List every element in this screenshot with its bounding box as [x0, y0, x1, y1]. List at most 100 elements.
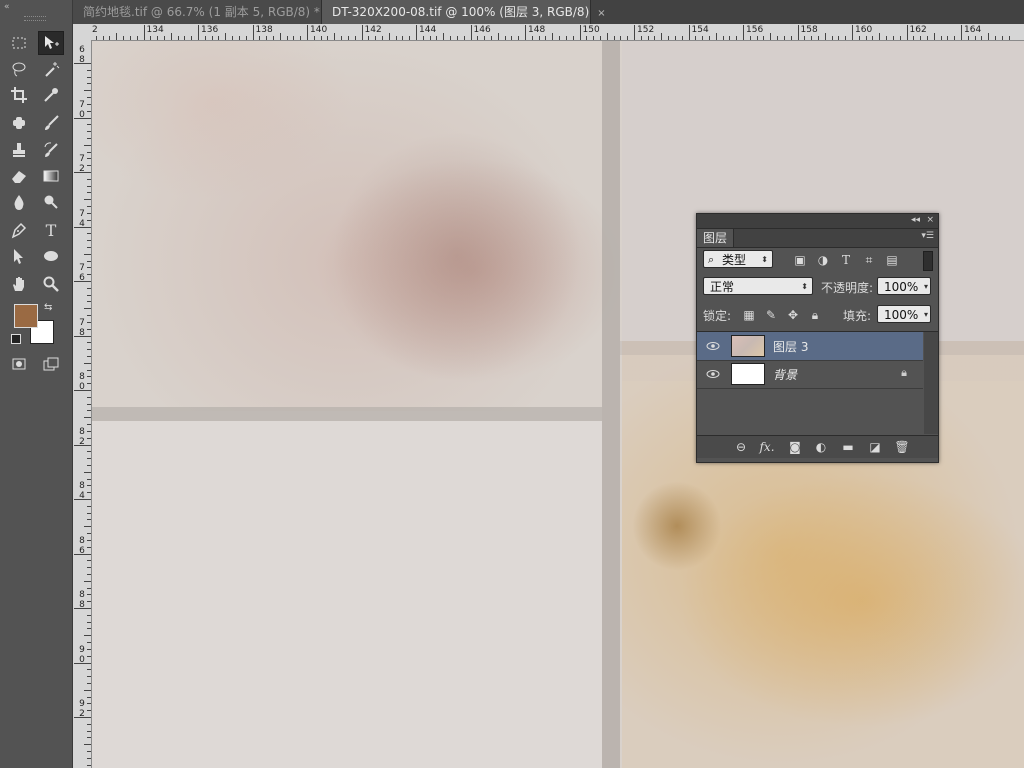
panel-menu-icon[interactable]: ▾☰: [921, 231, 934, 241]
ruler-minor-tick: [443, 33, 445, 40]
ruler-minor-tick: [87, 533, 91, 535]
tab-document-1[interactable]: 简约地毯.tif @ 66.7% (1 副本 5, RGB/8) *×: [73, 0, 336, 24]
blur-icon[interactable]: [6, 190, 32, 214]
toolbar-grip[interactable]: [24, 16, 46, 21]
visibility-eye-icon[interactable]: [705, 338, 721, 354]
lock-transparent-pixels-icon[interactable]: ▦: [741, 307, 757, 323]
screen-mode-icon[interactable]: [38, 352, 64, 376]
group-folder-icon[interactable]: ▬: [840, 439, 856, 455]
fill-field[interactable]: 100% ▾: [877, 305, 931, 323]
gradient-icon[interactable]: [38, 164, 64, 188]
ruler-minor-tick: [565, 36, 567, 40]
path-selection-icon[interactable]: [6, 244, 32, 268]
quick-mask-icon[interactable]: [6, 352, 32, 376]
swap-colors-icon[interactable]: ⇆: [44, 302, 52, 313]
new-layer-icon[interactable]: ◪: [867, 439, 883, 455]
blend-mode-dropdown[interactable]: 正常 ⬍: [703, 277, 813, 295]
ruler-label: 144: [419, 25, 437, 35]
tab-layers[interactable]: 图层: [697, 229, 734, 247]
add-mask-icon[interactable]: ◙: [787, 439, 803, 455]
smart-object-filter-icon[interactable]: ▤: [884, 252, 900, 268]
eraser-icon[interactable]: [6, 164, 32, 188]
chevron-down-icon[interactable]: ▾: [924, 278, 928, 296]
opacity-field[interactable]: 100% ▾: [877, 277, 931, 295]
filter-toggle[interactable]: [923, 251, 933, 271]
ruler-label: 7: [79, 263, 85, 273]
ruler-minor-tick: [995, 36, 997, 40]
layer-list-scrollbar[interactable]: [924, 332, 938, 434]
ruler-minor-tick: [87, 614, 91, 616]
dodge-icon[interactable]: [38, 190, 64, 214]
move-icon[interactable]: [38, 31, 64, 55]
tab-document-2[interactable]: DT-320X200-08.tif @ 100% (图层 3, RGB/8) ×: [321, 0, 606, 24]
history-brush-icon[interactable]: [38, 138, 64, 162]
blend-row: 正常 ⬍ 不透明度: 100% ▾: [697, 277, 938, 299]
type-icon[interactable]: T: [38, 218, 64, 242]
ruler-minor-tick: [572, 36, 574, 40]
ruler-minor-tick: [87, 233, 91, 235]
horizontal-ruler[interactable]: 2 134 136 138 140 142 144 146 148 150 152 154 156 158…: [91, 24, 1024, 41]
default-colors-icon[interactable]: [11, 334, 21, 344]
lock-all-icon[interactable]: 🔒︎: [807, 307, 823, 323]
magic-wand-icon[interactable]: [38, 57, 64, 81]
type-layer-filter-icon[interactable]: T: [838, 252, 854, 268]
trash-icon[interactable]: 🗑︎: [894, 439, 910, 455]
chevron-down-icon[interactable]: ▾: [924, 306, 928, 324]
pixel-layer-filter-icon[interactable]: ▣: [792, 252, 808, 268]
brush-icon[interactable]: [38, 111, 64, 135]
layer-item[interactable]: 背景 🔒︎: [697, 360, 923, 389]
adjustment-layer-icon[interactable]: ◐: [813, 439, 829, 455]
ruler-label: 146: [473, 25, 491, 35]
crop-icon[interactable]: [6, 83, 32, 107]
ruler-label: 9: [79, 699, 85, 709]
ruler-minor-tick: [109, 36, 111, 40]
ruler-minor-tick: [87, 512, 91, 514]
link-layers-icon[interactable]: ⊖: [733, 439, 749, 455]
layer-name[interactable]: 背景: [773, 366, 797, 383]
rectangular-marquee-icon[interactable]: [6, 31, 32, 55]
close-tab-icon[interactable]: ×: [597, 8, 605, 19]
ruler-minor-tick: [715, 33, 717, 40]
ruler-corner[interactable]: [73, 24, 92, 41]
collapse-toolbar-icon[interactable]: «: [4, 2, 10, 12]
adjustment-layer-filter-icon[interactable]: ◑: [815, 252, 831, 268]
collapse-panel-icon[interactable]: ◂◂: [911, 215, 920, 225]
clone-stamp-icon[interactable]: [6, 138, 32, 162]
layers-panel: ◂◂ × 图层 ▾☰ ⌕ 类型 ⬍ ▣ ◑ T ⌗ ▤ 正常 ⬍ 不透明度: 1…: [696, 213, 939, 463]
ellipse-icon[interactable]: [38, 244, 64, 268]
vertical-ruler[interactable]: 68707274767880828486889092: [73, 40, 92, 768]
lock-image-pixels-icon[interactable]: ✎: [763, 307, 779, 323]
hand-icon[interactable]: [6, 272, 32, 296]
filter-kind-dropdown[interactable]: ⌕ 类型 ⬍: [703, 250, 773, 268]
lock-position-icon[interactable]: ✥: [785, 307, 801, 323]
ruler-label: 2: [79, 709, 85, 719]
ruler-minor-tick: [87, 573, 91, 575]
layer-name[interactable]: 图层 3: [773, 338, 808, 355]
close-panel-icon[interactable]: ×: [926, 215, 934, 225]
ruler-label: 7: [79, 154, 85, 164]
layer-item[interactable]: 图层 3: [697, 332, 923, 361]
ruler-minor-tick: [967, 36, 969, 40]
ruler-minor-tick: [238, 36, 240, 40]
ruler-label: 8: [79, 426, 85, 437]
panel-title-bar[interactable]: ◂◂ ×: [697, 214, 938, 229]
pen-icon[interactable]: [6, 218, 32, 242]
fx-icon[interactable]: fx.: [759, 439, 775, 455]
ruler-minor-tick: [395, 36, 397, 40]
ruler-minor-tick: [87, 464, 91, 466]
ruler-minor-tick: [422, 36, 424, 40]
visibility-eye-icon[interactable]: [705, 366, 721, 382]
shape-layer-filter-icon[interactable]: ⌗: [861, 252, 877, 268]
spot-healing-icon[interactable]: [6, 111, 32, 135]
ruler-minor-tick: [87, 321, 91, 323]
lasso-icon[interactable]: [6, 57, 32, 81]
layer-lock-icon: 🔒︎: [901, 366, 907, 379]
eyedropper-icon[interactable]: [38, 83, 64, 107]
foreground-color-swatch[interactable]: [14, 304, 38, 328]
ruler-label: 156: [746, 25, 764, 35]
ruler-minor-tick: [674, 36, 676, 40]
ruler-label: 4: [79, 218, 85, 229]
zoom-icon[interactable]: [38, 272, 64, 296]
ruler-minor-tick: [84, 417, 91, 419]
ruler-minor-tick: [490, 36, 492, 40]
